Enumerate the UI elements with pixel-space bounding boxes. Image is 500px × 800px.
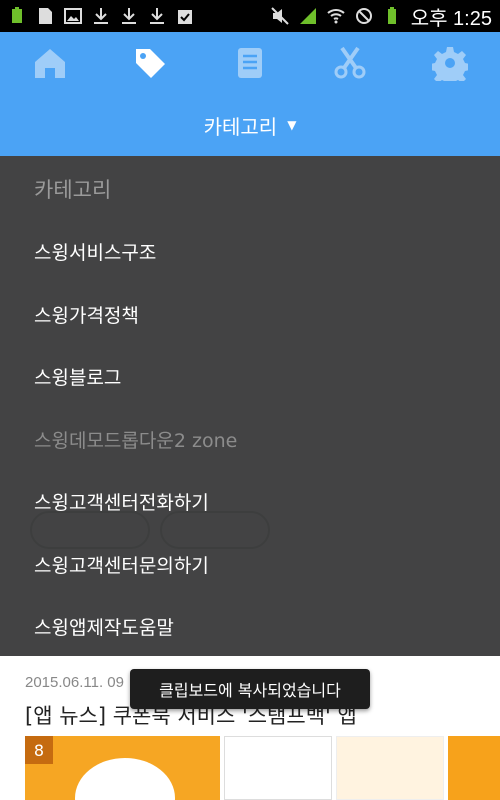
tab-home[interactable] <box>0 32 100 94</box>
menu-item-pricing[interactable]: 스윙가격정책 <box>34 301 139 328</box>
tab-coupon[interactable] <box>300 32 400 94</box>
category-selector[interactable]: 카테고리 ▼ <box>0 94 500 156</box>
wifi-icon <box>327 9 345 24</box>
thumbnail-count-badge: 8 <box>25 736 53 764</box>
download-icon <box>94 8 108 24</box>
article-thumbnail[interactable] <box>336 736 444 800</box>
sim-card-icon <box>39 8 52 24</box>
caret-down-icon: ▼ <box>287 118 297 132</box>
no-sim-icon <box>355 8 372 24</box>
download-icon <box>150 8 164 24</box>
article-thumbnail[interactable] <box>448 736 500 800</box>
article-thumbnail[interactable]: 8 <box>25 736 220 800</box>
status-right-icons: 오후 1:25 <box>270 2 492 31</box>
article-date: 2015.06.11. 09 <box>25 674 124 691</box>
home-icon <box>35 49 65 78</box>
tab-tags[interactable] <box>100 32 200 94</box>
menu-item-contact-support[interactable]: 스윙고객센터문의하기 <box>34 551 209 578</box>
app-header: 카테고리 ▼ <box>0 32 500 156</box>
article-thumbnail[interactable] <box>224 736 332 800</box>
tab-bar <box>0 32 500 94</box>
stamp-graphic <box>75 758 175 800</box>
menu-item-service-structure[interactable]: 스윙서비스구조 <box>34 238 156 265</box>
status-left-icons <box>8 7 194 25</box>
tab-document[interactable] <box>200 32 300 94</box>
image-icon <box>64 8 82 24</box>
menu-item-blog[interactable]: 스윙블로그 <box>34 363 121 390</box>
battery-small-icon <box>12 7 22 23</box>
status-time: 오후 1:25 <box>410 7 492 30</box>
category-label: 카테고리 <box>203 114 278 139</box>
gear-icon <box>432 47 468 81</box>
menu-item-call-support[interactable]: 스윙고객센터전화하기 <box>34 488 209 515</box>
tag-icon <box>136 49 165 78</box>
clipboard-check-icon <box>178 10 192 24</box>
menu-item-demo-dropdown[interactable]: 스윙데모드롭다운2 zone <box>34 426 237 453</box>
toast-message: 클립보드에 복사되었습니다 <box>130 669 370 709</box>
category-dropdown: 카테고리 스윙서비스구조 스윙가격정책 스윙블로그 스윙데모드롭다운2 zone… <box>0 156 500 656</box>
signal-icon <box>299 8 316 24</box>
mute-icon <box>270 7 289 25</box>
status-bar: 오후 1:25 <box>0 0 500 32</box>
dropdown-heading: 카테고리 <box>34 178 112 202</box>
document-icon <box>238 48 262 78</box>
tab-settings[interactable] <box>400 32 500 94</box>
scissors-icon <box>334 46 366 79</box>
battery-icon <box>387 7 396 24</box>
article-thumbnails: 8 <box>25 736 500 800</box>
download-icon <box>122 8 136 24</box>
menu-item-app-help[interactable]: 스윙앱제작도움말 <box>34 613 174 640</box>
